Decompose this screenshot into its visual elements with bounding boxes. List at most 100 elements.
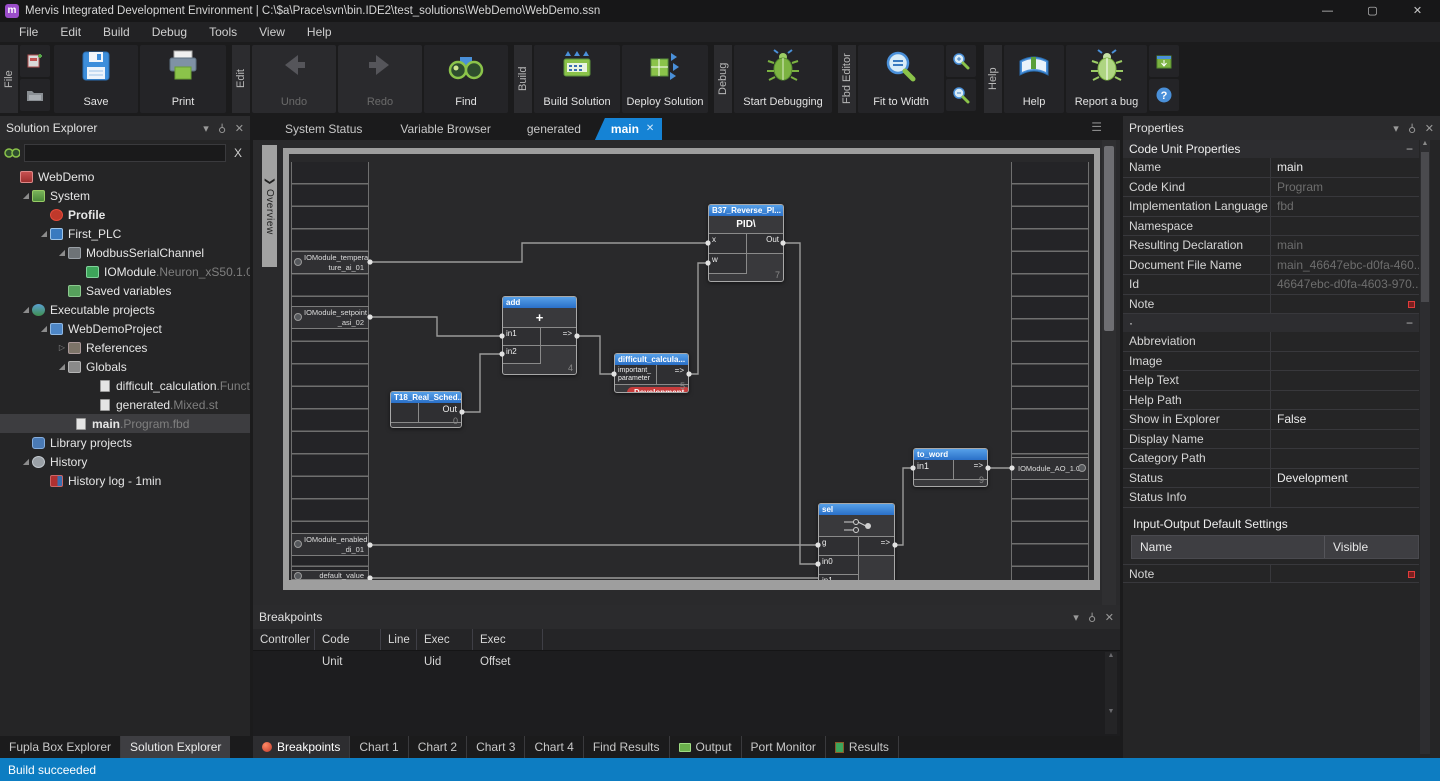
diagram-surface[interactable]: IOModule_temperature_ai_01 IOModule_setp…: [289, 154, 1094, 580]
tree-item-saved-variables[interactable]: Saved variables: [0, 281, 250, 300]
maximize-button[interactable]: ▢: [1350, 0, 1395, 22]
panel-menu-icon[interactable]: ▾: [1073, 611, 1079, 624]
prop-row-help-path[interactable]: Help Path: [1123, 391, 1419, 411]
io-label-setpoint[interactable]: IOModule_setpoint_asi_02: [291, 306, 369, 329]
left-splitter[interactable]: [250, 116, 253, 758]
menu-file[interactable]: File: [8, 22, 49, 42]
tab-system-status[interactable]: System Status: [285, 118, 362, 140]
tree-item-webdemo[interactable]: WebDemo: [0, 167, 250, 186]
fbd-block-pid[interactable]: B37_Reverse_Pl... PID\ x w Out 7: [708, 204, 784, 282]
prop-row-note[interactable]: Note: [1123, 295, 1419, 315]
clear-search-button[interactable]: X: [226, 146, 250, 160]
tab-solution-explorer[interactable]: Solution Explorer: [121, 736, 230, 758]
col-code-unit[interactable]: Code Unit: [315, 629, 381, 650]
tab-main-active[interactable]: main ✕: [595, 118, 662, 140]
zoom-out-button[interactable]: [946, 79, 976, 111]
prop-row-namespace[interactable]: Namespace: [1123, 217, 1419, 237]
fbd-block-t18-scheduler[interactable]: T18_Real_Sched... Out 0: [390, 391, 462, 428]
help-button[interactable]: Help: [1004, 45, 1064, 113]
expander-icon[interactable]: ◢: [56, 362, 68, 371]
report-bug-button[interactable]: Report a bug: [1066, 45, 1147, 113]
tab-fupla-box-explorer[interactable]: Fupla Box Explorer: [0, 736, 121, 758]
col-exec-uid[interactable]: Exec Uid: [417, 629, 473, 650]
tree-item-generated[interactable]: generated.Mixed.st: [0, 395, 250, 414]
menu-help[interactable]: Help: [296, 22, 343, 42]
note-indicator-icon[interactable]: [1408, 571, 1415, 578]
prop-row-status[interactable]: StatusDevelopment: [1123, 469, 1419, 489]
breakpoints-scrollbar[interactable]: ▲▼: [1105, 652, 1117, 734]
tree-item-history[interactable]: ◢History: [0, 452, 250, 471]
tree-item-first-plc[interactable]: ◢First_PLC: [0, 224, 250, 243]
tab-results[interactable]: Results: [826, 736, 899, 758]
tab-list-icon[interactable]: ☰: [1091, 120, 1102, 134]
save-button[interactable]: Save: [54, 45, 138, 113]
col-name[interactable]: Name: [1132, 536, 1325, 558]
tab-chart-4[interactable]: Chart 4: [525, 736, 583, 758]
section-code-unit-properties[interactable]: Code Unit Properties−: [1123, 140, 1419, 158]
io-label-default-value[interactable]: default_value: [291, 570, 369, 580]
fit-to-width-button[interactable]: Fit to Width: [858, 45, 944, 113]
io-label-enabled[interactable]: IOModule_enabled_di_01: [291, 533, 369, 556]
right-splitter[interactable]: [1120, 116, 1123, 758]
scrollbar-thumb[interactable]: [1104, 146, 1114, 331]
build-solution-button[interactable]: Build Solution: [534, 45, 620, 113]
tree-item-system[interactable]: ◢System: [0, 186, 250, 205]
tab-breakpoints[interactable]: Breakpoints: [253, 736, 350, 758]
col-controller[interactable]: Controller: [253, 629, 315, 650]
prop-row-name[interactable]: Namemain: [1123, 158, 1419, 178]
collapse-icon[interactable]: −: [1406, 142, 1413, 156]
close-panel-icon[interactable]: ✕: [235, 122, 244, 135]
expander-icon[interactable]: ◢: [20, 305, 32, 314]
tab-chart-3[interactable]: Chart 3: [467, 736, 525, 758]
tree-item-references[interactable]: ▷References: [0, 338, 250, 357]
tree-item-iomodule[interactable]: IOModule.Neuron_xS50.1.0.v: [0, 262, 250, 281]
menu-edit[interactable]: Edit: [49, 22, 92, 42]
search-input[interactable]: [24, 144, 226, 162]
tree-item-modbus-channel[interactable]: ◢ModbusSerialChannel: [0, 243, 250, 262]
find-button[interactable]: Find: [424, 45, 508, 113]
prop-row-code-kind[interactable]: Code KindProgram: [1123, 178, 1419, 198]
tab-output[interactable]: Output: [670, 736, 742, 758]
menu-view[interactable]: View: [248, 22, 296, 42]
properties-scrollbar[interactable]: ▲: [1420, 140, 1430, 754]
fbd-block-difficult-calculation[interactable]: difficult_calcula... important_parameter…: [614, 353, 689, 393]
col-exec-offset[interactable]: Exec Offset: [473, 629, 543, 650]
undo-button[interactable]: Undo: [252, 45, 336, 113]
scrollbar-thumb[interactable]: [1421, 152, 1429, 302]
start-debugging-button[interactable]: Start Debugging: [734, 45, 832, 113]
collapse-icon[interactable]: −: [1406, 316, 1413, 330]
zoom-in-button[interactable]: [946, 45, 976, 77]
expander-icon[interactable]: ◢: [20, 457, 32, 466]
expander-icon[interactable]: ◢: [56, 248, 68, 257]
tree-item-webdemoproject[interactable]: ◢WebDemoProject: [0, 319, 250, 338]
prop-row-image[interactable]: Image: [1123, 352, 1419, 372]
canvas-vertical-scrollbar[interactable]: [1102, 140, 1116, 605]
prop-row-show-in-explorer[interactable]: Show in ExplorerFalse: [1123, 410, 1419, 430]
close-panel-icon[interactable]: ✕: [1105, 611, 1114, 624]
io-label-ao[interactable]: IOModule_AO_1.01: [1011, 457, 1089, 480]
fbd-block-sel[interactable]: sel g in0 in1 =>: [818, 503, 895, 580]
tab-variable-browser[interactable]: Variable Browser: [400, 118, 490, 140]
prop-row-document-file-name[interactable]: Document File Namemain_46647ebc-d0fa-460…: [1123, 256, 1419, 276]
prop-row-implementation-language[interactable]: Implementation Languagefbd: [1123, 197, 1419, 217]
expander-icon[interactable]: ▷: [56, 343, 68, 352]
tab-chart-2[interactable]: Chart 2: [409, 736, 467, 758]
tree-item-executable-projects[interactable]: ◢Executable projects: [0, 300, 250, 319]
io-label-temperature[interactable]: IOModule_temperature_ai_01: [291, 251, 369, 274]
expander-icon[interactable]: ◢: [20, 191, 32, 200]
pin-icon[interactable]: ⚲: [1088, 611, 1096, 624]
section-misc[interactable]: ·−: [1123, 314, 1419, 332]
tab-close-icon[interactable]: ✕: [646, 118, 654, 140]
panel-menu-icon[interactable]: ▾: [1393, 122, 1399, 135]
col-visible[interactable]: Visible: [1325, 536, 1368, 558]
close-button[interactable]: ✕: [1395, 0, 1440, 22]
tree-item-main-program[interactable]: main.Program.fbd: [0, 414, 250, 433]
tab-generated[interactable]: generated: [527, 118, 581, 140]
menu-build[interactable]: Build: [92, 22, 141, 42]
check-updates-button[interactable]: [1149, 45, 1179, 77]
open-button[interactable]: [20, 79, 50, 111]
tab-port-monitor[interactable]: Port Monitor: [742, 736, 826, 758]
pin-icon[interactable]: ⚲: [218, 122, 226, 135]
menu-tools[interactable]: Tools: [198, 22, 248, 42]
about-button[interactable]: ?: [1149, 79, 1179, 111]
